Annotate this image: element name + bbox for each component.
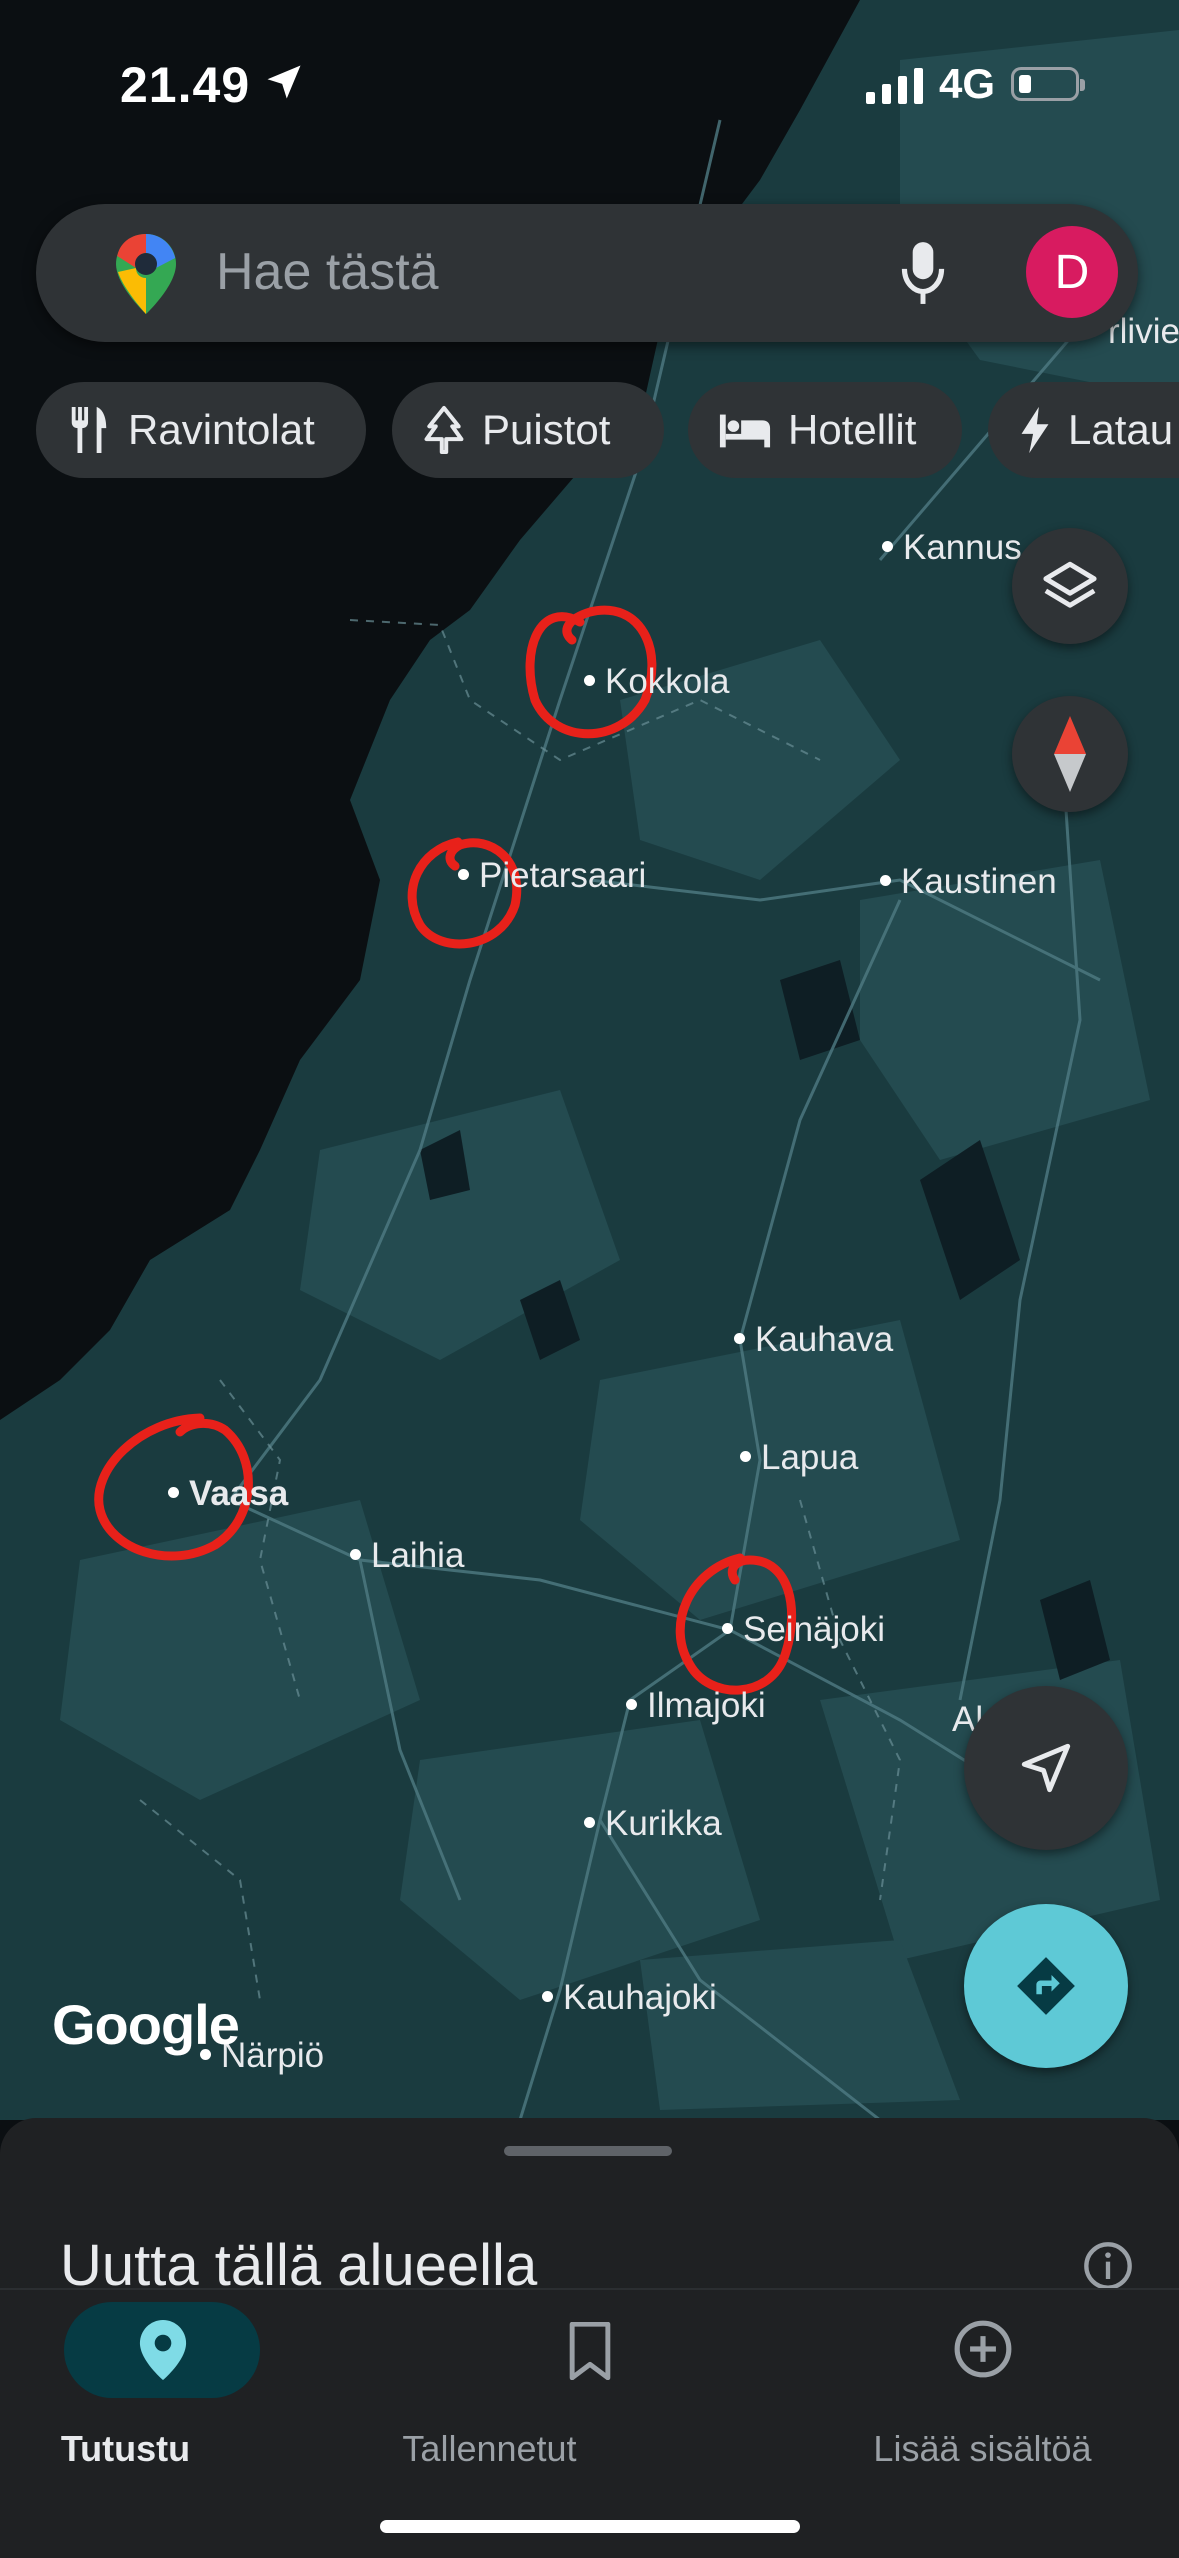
sheet-drag-handle[interactable] [504, 2146, 672, 2156]
info-icon[interactable] [1082, 2240, 1134, 2292]
nav-tab-saved[interactable]: Tallennetut [393, 2290, 786, 2490]
google-maps-pin-icon [116, 234, 176, 314]
map-label-kaustinen[interactable]: Kaustinen [880, 862, 1057, 902]
home-indicator[interactable] [380, 2520, 800, 2533]
chip-label: Hotellit [788, 406, 917, 453]
map-label-kannus[interactable]: Kannus [882, 528, 1022, 568]
map-label-kokkola[interactable]: Kokkola [584, 662, 730, 702]
layers-button[interactable] [1012, 528, 1128, 644]
bottom-navigation: Tutustu Tallennetut Lisää sisältöä [0, 2288, 1179, 2558]
fork-knife-icon [71, 407, 107, 453]
compass-icon [1054, 716, 1086, 792]
location-pin-icon [139, 2320, 187, 2380]
nav-label-contribute: Lisää sisältöä [873, 2428, 1092, 2469]
chip-charging[interactable]: Latau [988, 382, 1179, 478]
chip-hotels[interactable]: Hotellit [688, 382, 962, 478]
my-location-button[interactable] [964, 1686, 1128, 1850]
status-indicators: 4G [865, 60, 1085, 108]
nav-label-saved: Tallennetut [402, 2428, 577, 2469]
category-chips: Ravintolat Puistot Hotellit Latau [36, 382, 1179, 478]
layers-icon [1043, 561, 1097, 608]
location-arrow-icon [267, 65, 301, 99]
search-placeholder[interactable]: Hae tästä [216, 242, 439, 302]
search-bar[interactable]: Hae tästä D [36, 204, 1138, 342]
map-label-kauhava[interactable]: Kauhava [734, 1320, 893, 1360]
map-label-kurikka[interactable]: Kurikka [584, 1804, 722, 1844]
map-label-lapua[interactable]: Lapua [740, 1438, 858, 1478]
chip-label: Latau [1068, 406, 1174, 453]
directions-button[interactable] [964, 1904, 1128, 2068]
directions-icon [1017, 1957, 1075, 2015]
map-label-vaasa[interactable]: Vaasa [168, 1474, 288, 1514]
microphone-icon[interactable] [898, 240, 948, 306]
chip-parks[interactable]: Puistot [392, 382, 664, 478]
map-label-seinajoki[interactable]: Seinäjoki [722, 1610, 885, 1650]
cellular-signal-icon [865, 64, 923, 104]
status-bar: 21.49 4G [0, 0, 1179, 170]
tree-icon [424, 405, 464, 455]
map-label-ilmajoki[interactable]: Ilmajoki [626, 1686, 766, 1726]
chip-restaurants[interactable]: Ravintolat [36, 382, 366, 478]
map-label-pietarsaari[interactable]: Pietarsaari [458, 856, 646, 896]
bolt-icon [1021, 406, 1049, 454]
compass-button[interactable] [1012, 696, 1128, 812]
chip-label: Ravintolat [128, 406, 315, 453]
network-type: 4G [938, 60, 995, 107]
status-time: 21.49 [120, 57, 251, 113]
map-label-kauhajoki[interactable]: Kauhajoki [542, 1978, 717, 2018]
bookmark-icon [569, 2322, 611, 2380]
battery-icon [1011, 67, 1085, 101]
plus-circle-icon [954, 2320, 1012, 2378]
map-label-laihia[interactable]: Laihia [350, 1536, 464, 1576]
chip-label: Puistot [482, 406, 611, 453]
bed-icon [719, 414, 771, 448]
account-avatar[interactable]: D [1026, 226, 1118, 318]
google-logo: Google [52, 1993, 240, 2056]
nav-tab-contribute[interactable]: Lisää sisältöä [786, 2290, 1179, 2490]
navigation-arrow-icon [1021, 1743, 1071, 1793]
